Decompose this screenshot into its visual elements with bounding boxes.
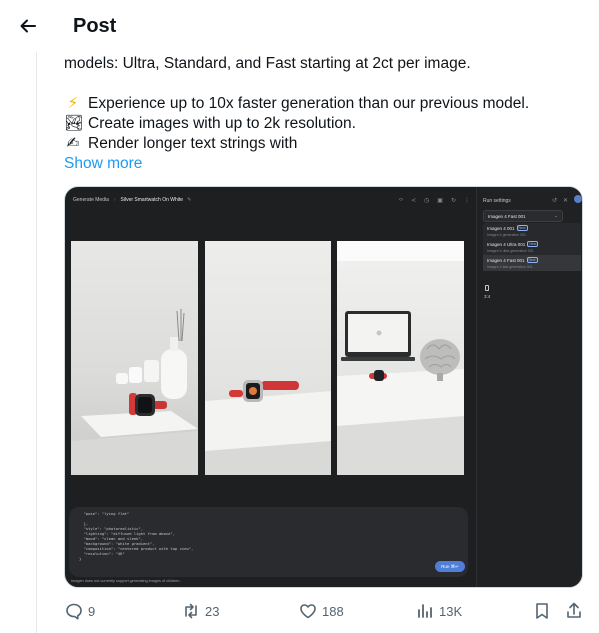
reply-icon [66,603,82,620]
like-button[interactable]: 188 [298,601,344,621]
new-badge: New [526,257,538,263]
post-header: Post [0,0,599,52]
generated-image-1 [71,241,198,475]
run-button[interactable]: Run ⌘↵ [435,561,465,572]
generated-image-2 [205,241,331,475]
edit-icon: ✎ [187,197,192,203]
avatar[interactable] [574,195,582,203]
panel-title: Run settings [483,198,511,204]
share-icon [567,602,581,618]
post-text-line: models: Ultra, Standard, and Fast starti… [64,55,471,72]
compare-icon: ▣ [437,198,443,204]
prompt-editor[interactable]: "pose": "lying flat" }, "style": "photor… [69,507,468,577]
repost-button[interactable]: 23 [181,601,219,621]
reply-button[interactable]: 9 [64,601,95,621]
post-actions: 9 23 188 13K [64,600,588,622]
page-title: Post [73,14,117,37]
post-text-line: ⚡ Experience up to 10x faster generation … [64,94,584,114]
chevron-down-icon: ⌄ [554,213,558,218]
landscape-emoji-icon: 🏞 [64,115,84,132]
post-text-line: ✍ Render longer text strings with [64,134,584,154]
post-media-screenshot[interactable]: Generate Media › Silver Smartwatch On Wh… [64,186,583,588]
model-option-selected[interactable]: Imagen 4 Fast 001 New Imagen 4 fast gener… [483,255,581,271]
new-badge: New [527,241,539,247]
arrow-left-icon [20,19,36,33]
close-icon[interactable]: ✕ [563,197,568,204]
bookmark-button[interactable] [532,601,552,621]
show-more-link[interactable]: Show more [64,154,584,174]
more-icon: ⋮ [463,198,470,204]
code-icon: ‹› [399,197,403,203]
breadcrumb-current: Silver Smartwatch On White [120,197,184,203]
view-count: 13K [439,603,463,619]
model-select[interactable]: Imagen 4 Fast 001 ⌄ [483,210,563,222]
reply-count: 9 [88,603,96,619]
disclaimer-text: Imagen does not currently support genera… [71,579,181,583]
reset-icon[interactable]: ↺ [552,197,557,204]
new-badge: New [516,225,528,231]
history-icon: ◷ [424,198,430,204]
writing-hand-emoji-icon: ✍ [66,135,80,152]
lightning-emoji-icon: ⚡ [67,95,79,112]
post-text-line: 🏞 Create images with up to 2k resolution. [64,115,356,132]
repost-count: 23 [205,603,220,619]
back-button[interactable] [8,6,48,46]
model-option[interactable]: Imagen 4 Ultra 001 New Imagen 4 ultra gen… [483,239,581,255]
model-option[interactable]: Imagen 4 001 New Imagen 4 generation 001 [483,223,581,239]
bookmark-icon [536,603,548,619]
breadcrumb-root: Generate Media [73,197,109,203]
generated-image-3 [337,241,464,475]
like-count: 188 [322,603,344,619]
media-toolbar: ‹› ≺ ◷ ▣ ↻ ⋮ [399,197,470,204]
chevron-right-icon: › [113,197,116,203]
model-dropdown: Imagen 4 001 New Imagen 4 generation 001 … [483,223,581,271]
run-settings-panel: Run settings ↺ ✕ Imagen 4 Fast 001 ⌄ Ima… [476,187,582,587]
views-button[interactable]: 13K [415,601,462,621]
share-button[interactable] [564,601,584,621]
post-body: models: Ultra, Standard, and Fast starti… [64,54,584,174]
thread-line [36,48,37,633]
prompt-text: "pose": "lying flat" }, "style": "photor… [79,511,194,561]
analytics-icon [418,604,432,618]
heart-icon [300,604,316,619]
repost-icon [185,603,197,619]
refresh-icon: ↻ [450,198,456,204]
aspect-ratio-icon[interactable] [485,285,489,291]
share-icon: ≺ [411,198,417,204]
aspect-ratio-label: 3:4 [484,294,491,299]
